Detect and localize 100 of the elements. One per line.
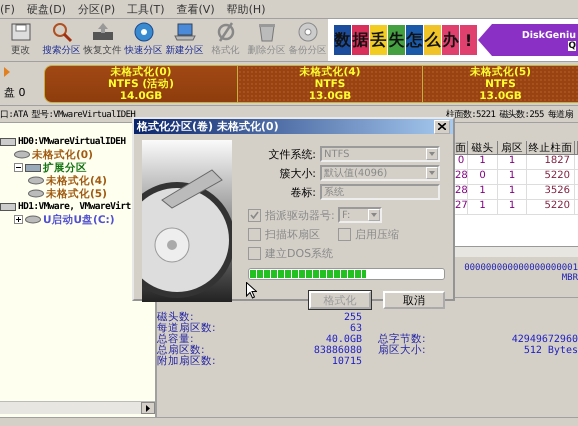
detail-label: 总字节数: [378,334,427,345]
menu-item[interactable]: (F) [0,2,15,16]
checkbox-label: 扫描坏扇区 [265,226,320,242]
partition-block[interactable]: 未格式化(5) NTFS 13.0GB [422,64,578,102]
banner-letter: 么 [424,25,441,55]
toolbar-button[interactable]: 搜索分区 [41,19,82,61]
disc-icon [132,21,156,43]
hex-text: MBR [562,273,578,283]
partition-size: 13.0GB [308,90,352,102]
detail-value: 512 Bytes [522,345,578,356]
tree-item[interactable]: 未格式化(0) [32,148,93,162]
detail-value: 83886080 [312,345,362,356]
toolbar-button[interactable]: 更改 [0,19,41,61]
tree-item[interactable]: HD1:VMware, VMwareVirt [18,201,131,212]
table-cell: 1 [498,155,527,170]
detail-label: 总容量: [157,334,194,345]
detail-value: 40.0GB [324,334,362,345]
dialog-title: 格式化分区(卷) 未格式化(0) [137,119,279,134]
table-cell: 1 [468,155,498,170]
disk-info-text: 每道扇 [548,108,573,121]
detail-value: 10715 [330,356,362,367]
table-cell: 1827 [527,155,575,170]
detail-label: 扇区大小: [378,345,427,356]
table-cell: 3526 [527,185,575,200]
banner-letter: 办 [442,25,459,55]
partition-size: 14.0GB [120,90,162,102]
partition-icon [25,162,41,172]
disk-info-text: 型号:VMwareVirtualIDEH [32,108,136,121]
disk-info-text: 磁头数:255 [499,108,544,121]
menu-item[interactable]: 帮助(H) [226,2,266,16]
field-label: 文件系统: [267,146,316,162]
menu-item[interactable]: 硬盘(D) [26,2,66,16]
check-icon [250,211,259,219]
checkbox-label: 指派驱动器号: [265,208,335,222]
toolbar-button[interactable]: 快速分区 [123,19,164,61]
partition-block[interactable]: 未格式化(0) NTFS (活动) 14.0GB [44,64,237,102]
partition-fs: NTFS (活动) [108,78,174,90]
partition-block[interactable]: 未格式化(4) NTFS 13.0GB [237,64,422,102]
checkbox[interactable] [338,228,351,240]
partition-fs: NTFS [485,78,516,90]
banner-letter: ! [460,25,477,55]
detail-value: 42949672960 [510,334,578,345]
partition-name: 未格式化(5) [470,66,531,78]
mouse-cursor-icon [246,282,257,299]
menu-item[interactable]: 分区(P) [78,2,116,16]
hard-drive-icon [0,136,16,146]
collapse-toggle[interactable] [14,163,23,172]
disk-label: 盘 0 [4,85,26,100]
checkbox-label: 建立DOS系统 [265,246,334,260]
menu-item[interactable]: 工具(T) [127,2,165,16]
table-cell: 1 [498,200,527,215]
column-header[interactable]: 磁头 [468,141,498,155]
tree-item[interactable]: U启动U盘(C:) [43,212,115,226]
detail-value: 255 [342,312,362,323]
caret-icon [429,152,435,156]
partition-size: 13.0GB [479,90,522,102]
table-cell: 0 [468,170,498,185]
caret-icon [429,171,435,175]
detail-value: 63 [348,323,362,334]
tree-item[interactable]: 未格式化(4) [46,174,107,188]
column-header[interactable]: 面 [455,141,468,155]
close-icon [438,123,446,130]
drive-icon [28,176,44,185]
table-cell: 1 [498,170,527,185]
column-header[interactable]: 扇区 [498,141,527,155]
column-header[interactable]: 终止柱面 [527,141,575,155]
tree-item[interactable]: 扩展分区 [43,160,87,174]
partition-name: 未格式化(4) [300,66,360,78]
checkbox[interactable] [248,246,261,260]
field-label: 卷标: [289,184,316,200]
table-cell: 5220 [527,170,575,185]
detail-label: 总扇区数: [157,345,205,356]
brand-tail: Q [568,40,576,50]
partition-name: 未格式化(0) [110,66,172,78]
checkbox[interactable] [248,208,261,222]
banner-letter: 数 [334,25,351,55]
menu-item[interactable]: 查看(V) [176,2,215,16]
scroll-right-button[interactable] [141,402,155,414]
hex-text: 000000000000000000001 [464,263,578,273]
close-button[interactable] [434,120,450,134]
disk-save-icon [8,21,32,43]
laptop-icon [172,21,196,43]
tree-item[interactable]: HD0:VMwareVirtualIDEH [18,136,126,147]
horizontal-scrollbar[interactable] [0,401,155,414]
table-cell: 1 [468,185,498,200]
expand-toggle[interactable] [14,215,23,224]
caret-icon [371,213,377,217]
toolbar-button[interactable]: 新建分区 [164,19,205,61]
toolbar-button[interactable]: 恢复文件 [82,19,123,61]
table-cell: 5220 [527,200,575,215]
checkbox[interactable] [248,228,261,240]
banner-letter: 失 [388,25,405,55]
tree-item[interactable]: 未格式化(5) [46,186,107,200]
table-cell: 1 [498,185,527,200]
arrow-right-icon[interactable] [4,67,10,77]
banner-letter: 据 [352,25,369,55]
drive-icon [28,189,44,198]
dialog-button[interactable]: 取消 [383,291,445,309]
disc-icon [296,21,320,43]
drive-icon [25,215,41,224]
